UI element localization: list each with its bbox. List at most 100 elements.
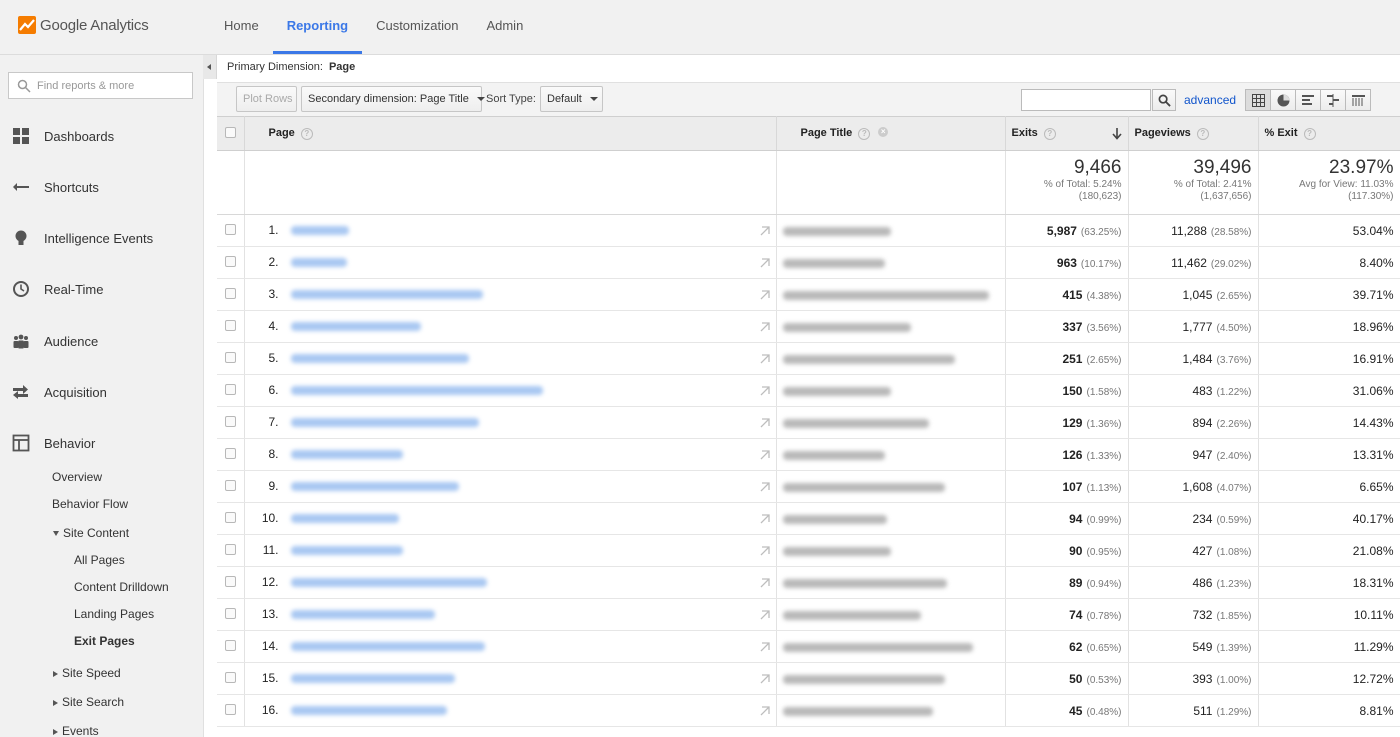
page-link[interactable]: [290, 226, 349, 236]
row-checkbox[interactable]: [225, 671, 236, 683]
open-page-icon[interactable]: [758, 546, 770, 558]
page-link[interactable]: [290, 354, 469, 364]
remove-dimension-icon[interactable]: ×: [878, 127, 889, 138]
row-checkbox[interactable]: [225, 575, 236, 587]
collapse-sidebar-button[interactable]: [203, 55, 217, 79]
sidebar-item-dashboards[interactable]: Dashboards: [0, 124, 203, 148]
help-icon[interactable]: ?: [858, 127, 871, 140]
row-checkbox[interactable]: [225, 639, 236, 651]
column-header-exit-rate[interactable]: % Exit?: [1258, 116, 1400, 151]
table-row[interactable]: 15. 50 (0.53%) 393 (1.00%) 12.72%: [217, 662, 1400, 695]
table-row[interactable]: 9. 107 (1.13%) 1,608 (4.07%) 6.65%: [217, 470, 1400, 503]
help-icon[interactable]: ?: [1303, 127, 1316, 140]
table-view-button[interactable]: [1245, 89, 1271, 111]
sidebar-item-shortcuts[interactable]: Shortcuts: [0, 175, 203, 199]
table-row[interactable]: 3. 415 (4.38%) 1,045 (2.65%) 39.71%: [217, 278, 1400, 311]
open-page-icon[interactable]: [758, 354, 770, 366]
sidebar-item-intelligence[interactable]: Intelligence Events: [0, 226, 203, 250]
page-link[interactable]: [290, 546, 403, 556]
sidebar-exit-pages[interactable]: Exit Pages: [74, 634, 135, 648]
pivot-view-button[interactable]: [1345, 89, 1371, 111]
row-checkbox[interactable]: [225, 287, 236, 299]
sidebar-behavior-overview[interactable]: Overview: [52, 470, 102, 484]
sort-type-select[interactable]: Default: [540, 86, 603, 112]
row-checkbox[interactable]: [225, 479, 236, 491]
sidebar-site-content[interactable]: Site Content: [53, 526, 129, 540]
open-page-icon[interactable]: [758, 610, 770, 622]
page-link[interactable]: [290, 258, 347, 268]
open-page-icon[interactable]: [758, 322, 770, 334]
page-link[interactable]: [290, 290, 483, 300]
page-link[interactable]: [290, 386, 543, 396]
sidebar-item-behavior[interactable]: Behavior: [0, 431, 203, 455]
performance-view-button[interactable]: [1295, 89, 1321, 111]
open-page-icon[interactable]: [758, 578, 770, 590]
sidebar-content-drilldown[interactable]: Content Drilldown: [74, 580, 169, 594]
open-page-icon[interactable]: [758, 514, 770, 526]
page-link[interactable]: [290, 578, 487, 588]
table-row[interactable]: 8. 126 (1.33%) 947 (2.40%) 13.31%: [217, 438, 1400, 471]
row-checkbox[interactable]: [225, 607, 236, 619]
open-page-icon[interactable]: [758, 290, 770, 302]
row-checkbox[interactable]: [225, 447, 236, 459]
table-row[interactable]: 10. 94 (0.99%) 234 (0.59%) 40.17%: [217, 502, 1400, 535]
table-row[interactable]: 4. 337 (3.56%) 1,777 (4.50%) 18.96%: [217, 310, 1400, 343]
open-page-icon[interactable]: [758, 450, 770, 462]
column-header-exits[interactable]: Exits?: [1005, 116, 1129, 151]
open-page-icon[interactable]: [758, 642, 770, 654]
table-row[interactable]: 1. 5,987 (63.25%) 11,288 (28.58%) 53.04%: [217, 214, 1400, 247]
app-logo[interactable]: Google Analytics: [18, 14, 149, 36]
row-checkbox[interactable]: [225, 415, 236, 427]
open-page-icon[interactable]: [758, 482, 770, 494]
table-filter-input[interactable]: [1021, 89, 1151, 111]
table-row[interactable]: 6. 150 (1.58%) 483 (1.22%) 31.06%: [217, 374, 1400, 407]
row-checkbox[interactable]: [225, 351, 236, 363]
open-page-icon[interactable]: [758, 674, 770, 686]
page-link[interactable]: [290, 706, 447, 716]
page-link[interactable]: [290, 642, 485, 652]
open-page-icon[interactable]: [758, 706, 770, 718]
page-link[interactable]: [290, 418, 479, 428]
column-header-pageviews[interactable]: Pageviews?: [1128, 116, 1259, 151]
open-page-icon[interactable]: [758, 386, 770, 398]
nav-home[interactable]: Home: [210, 0, 273, 54]
secondary-dimension-select[interactable]: Secondary dimension: Page Title: [301, 86, 485, 112]
advanced-filter-link[interactable]: advanced: [1184, 93, 1236, 107]
table-row[interactable]: 2. 963 (10.17%) 11,462 (29.02%) 8.40%: [217, 246, 1400, 279]
select-all-checkbox[interactable]: [225, 126, 236, 138]
sidebar-site-speed[interactable]: Site Speed: [53, 666, 121, 680]
sidebar-landing-pages[interactable]: Landing Pages: [74, 607, 154, 621]
row-checkbox[interactable]: [225, 543, 236, 555]
table-row[interactable]: 14. 62 (0.65%) 549 (1.39%) 11.29%: [217, 630, 1400, 663]
row-checkbox[interactable]: [225, 511, 236, 523]
pie-view-button[interactable]: [1270, 89, 1296, 111]
page-link[interactable]: [290, 450, 403, 460]
sidebar-events[interactable]: Events: [53, 724, 99, 737]
help-icon[interactable]: ?: [1043, 127, 1056, 140]
sidebar-item-audience[interactable]: Audience: [0, 329, 203, 353]
row-checkbox[interactable]: [225, 223, 236, 235]
sidebar-item-realtime[interactable]: Real-Time: [0, 277, 203, 301]
report-search-input[interactable]: [35, 78, 189, 93]
open-page-icon[interactable]: [758, 226, 770, 238]
table-row[interactable]: 13. 74 (0.78%) 732 (1.85%) 10.11%: [217, 598, 1400, 631]
nav-admin[interactable]: Admin: [472, 0, 537, 54]
table-search-button[interactable]: [1152, 89, 1176, 111]
page-link[interactable]: [290, 514, 399, 524]
open-page-icon[interactable]: [758, 418, 770, 430]
page-link[interactable]: [290, 674, 455, 684]
sidebar-item-acquisition[interactable]: Acquisition: [0, 380, 203, 404]
column-header-page[interactable]: Page?: [244, 116, 777, 151]
page-link[interactable]: [290, 610, 435, 620]
primary-dimension-value[interactable]: Page: [329, 61, 355, 73]
table-row[interactable]: 7. 129 (1.36%) 894 (2.26%) 14.43%: [217, 406, 1400, 439]
help-icon[interactable]: ?: [300, 127, 313, 140]
nav-customization[interactable]: Customization: [362, 0, 472, 54]
sidebar-site-search[interactable]: Site Search: [53, 695, 124, 709]
table-row[interactable]: 5. 251 (2.65%) 1,484 (3.76%) 16.91%: [217, 342, 1400, 375]
row-checkbox[interactable]: [225, 255, 236, 267]
row-checkbox[interactable]: [225, 319, 236, 331]
plot-rows-button[interactable]: Plot Rows: [236, 86, 297, 112]
row-checkbox[interactable]: [225, 703, 236, 715]
sidebar-behavior-flow[interactable]: Behavior Flow: [52, 497, 128, 511]
